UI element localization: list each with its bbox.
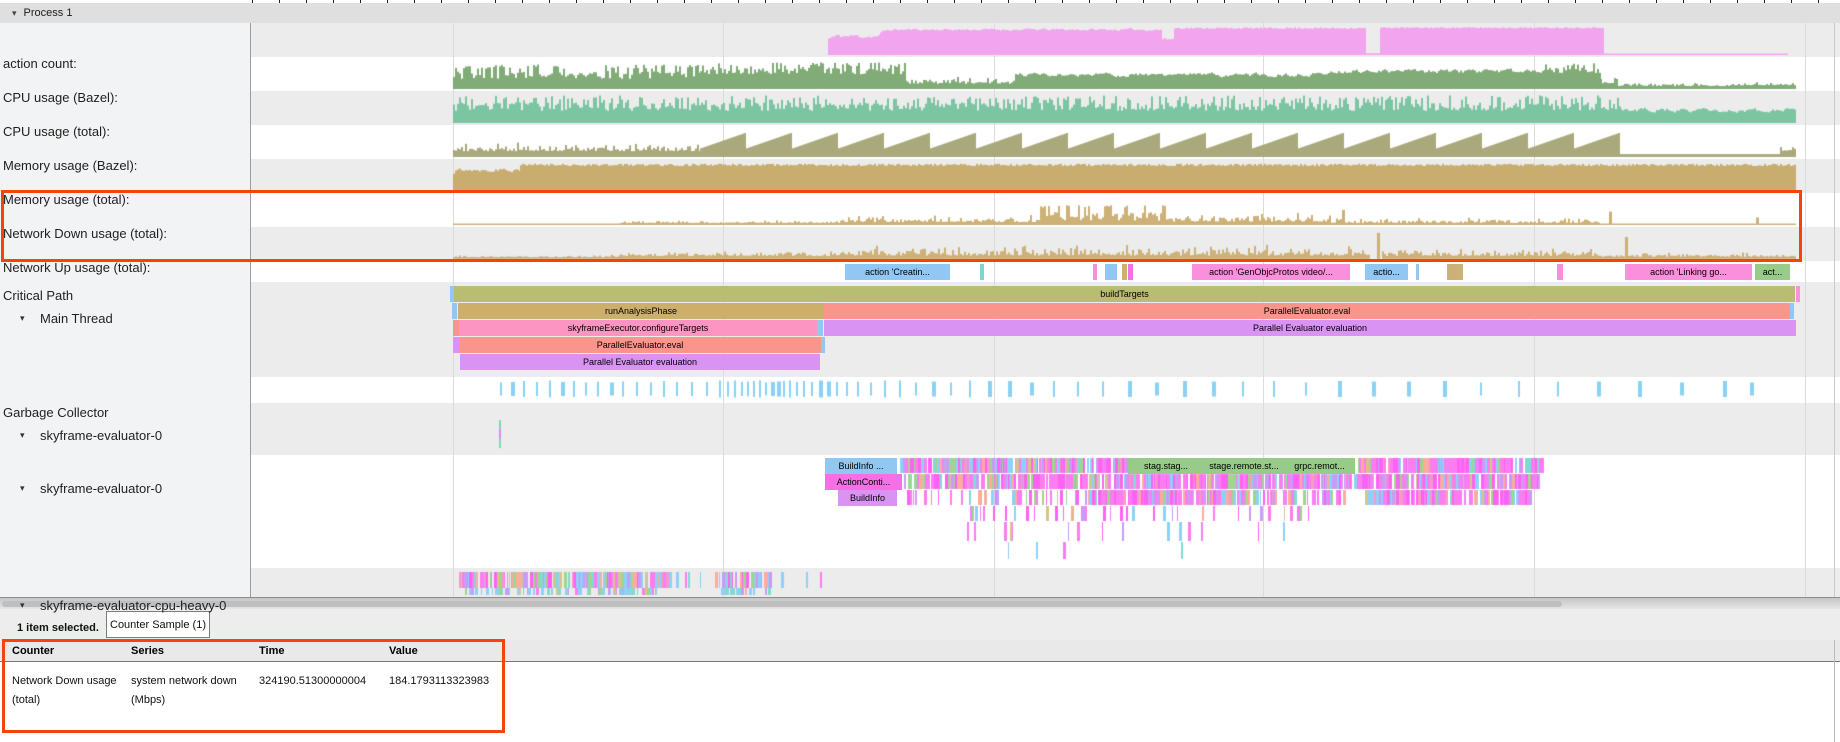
track-label[interactable]: Critical Path [3, 288, 73, 303]
main-thread-span[interactable]: ParallelEvaluator.eval [459, 337, 821, 353]
main-thread-span[interactable]: Parallel Evaluator evaluation [460, 354, 820, 370]
table-cell: (total) [12, 694, 40, 706]
track-label[interactable]: CPU usage (Bazel): [3, 90, 118, 105]
timeline-area: action count: CPU usage (Bazel): CPU usage… [0, 23, 1840, 597]
critical-path-bar-sliver[interactable] [1093, 264, 1097, 280]
evaluator-span[interactable]: stag.stag... [1128, 458, 1204, 474]
main-thread-span[interactable]: skyframeExecutor.configureTargets [459, 320, 817, 336]
table-cell: (Mbps) [131, 694, 165, 706]
timeline-canvas-region[interactable]: action 'Creatin... action 'GenObjcProtos … [250, 23, 1840, 597]
critical-path-bar[interactable]: action 'GenObjcProtos video/... [1192, 264, 1350, 280]
track-label[interactable]: Memory usage (Bazel): [3, 158, 137, 173]
process-title: Process 1 [24, 7, 73, 19]
horizontal-scrollbar[interactable] [0, 597, 1840, 609]
evaluator-span[interactable]: BuildInfo ... [825, 458, 897, 474]
table-header-row: Counter Series Time Value [0, 640, 1840, 662]
critical-path-bar[interactable]: actio... [1365, 264, 1408, 280]
critical-path-bar-sliver[interactable] [1122, 264, 1127, 280]
main-thread-span[interactable]: Parallel Evaluator evaluation [824, 320, 1796, 336]
table-column-header[interactable]: Counter [12, 645, 54, 657]
table-body: Network Down usage (total) system network … [0, 662, 1840, 742]
critical-path-bar[interactable]: action 'Creatin... [845, 264, 950, 280]
critical-path-bar-sliver[interactable] [1416, 264, 1419, 280]
evaluator-span[interactable]: ActionConti... [825, 474, 902, 490]
table-cell: 184.1793113323983 [389, 675, 489, 687]
table-right-border [1834, 640, 1835, 742]
evaluator-span[interactable]: stage.remote.st... [1204, 458, 1284, 474]
critical-path-bar[interactable]: act... [1755, 264, 1790, 280]
trace-viewer: ▾ Process 1 action count: CPU usage (Baze… [0, 0, 1840, 742]
scrollbar-thumb[interactable] [2, 601, 1562, 607]
critical-path-bar-sliver[interactable] [1105, 264, 1117, 280]
selection-status: 1 item selected. [17, 622, 99, 634]
main-thread-span-sliver[interactable] [1796, 286, 1800, 302]
critical-path-bar-sliver[interactable] [1447, 264, 1463, 280]
track-label[interactable]: Memory usage (total): [3, 192, 129, 207]
main-thread-span-sliver[interactable] [817, 320, 823, 336]
main-thread-span-sliver[interactable] [1790, 303, 1794, 319]
track-label[interactable]: skyframe-evaluator-0 [40, 481, 162, 496]
critical-path-bar[interactable]: action 'Linking go... [1625, 264, 1752, 280]
main-thread-span[interactable]: ParallelEvaluator.eval [824, 303, 1790, 319]
main-thread-span-sliver[interactable] [452, 303, 457, 319]
critical-path-bar-sliver[interactable] [1128, 264, 1133, 280]
critical-path-bar-sliver[interactable] [980, 264, 984, 280]
track-label-sidebar: action count: CPU usage (Bazel): CPU usage… [0, 23, 251, 597]
track-collapse-arrow-icon[interactable]: ▾ [20, 313, 25, 324]
main-thread-span[interactable]: buildTargets [454, 286, 1795, 302]
track-label[interactable]: skyframe-evaluator-0 [40, 428, 162, 443]
track-label[interactable]: Network Up usage (total): [3, 260, 150, 275]
track-label[interactable]: action count: [3, 56, 77, 71]
evaluator-span[interactable]: BuildInfo [838, 490, 897, 506]
track-label[interactable]: Main Thread [40, 311, 113, 326]
track-collapse-arrow-icon[interactable]: ▾ [20, 483, 25, 494]
track-label[interactable]: Garbage Collector [3, 405, 109, 420]
track-label[interactable]: skyframe-evaluator-cpu-heavy-0 [40, 598, 226, 613]
table-column-header[interactable]: Time [259, 645, 284, 657]
main-thread-span[interactable]: runAnalysisPhase [458, 303, 824, 319]
tab-counter-sample[interactable]: Counter Sample (1) [106, 611, 210, 638]
table-column-header[interactable]: Value [389, 645, 418, 657]
track-collapse-arrow-icon[interactable]: ▾ [20, 430, 25, 441]
track-label[interactable]: CPU usage (total): [3, 124, 110, 139]
table-cell: 324190.51300000004 [259, 675, 366, 687]
table-cell: system network down [131, 675, 237, 687]
main-thread-span-sliver[interactable] [821, 337, 825, 353]
process-header[interactable]: ▾ Process 1 [0, 3, 1840, 24]
collapse-arrow-icon[interactable]: ▾ [12, 8, 17, 19]
track-collapse-arrow-icon[interactable]: ▾ [20, 600, 25, 611]
timeline-right-border [1834, 23, 1835, 597]
table-column-header[interactable]: Series [131, 645, 164, 657]
table-cell: Network Down usage [12, 675, 117, 687]
track-label[interactable]: Network Down usage (total): [3, 226, 167, 241]
evaluator-span[interactable]: grpc.remot... [1284, 458, 1355, 474]
critical-path-bar-sliver[interactable] [1557, 264, 1563, 280]
details-panel: 1 item selected. Counter Sample (1) Coun… [0, 609, 1840, 742]
